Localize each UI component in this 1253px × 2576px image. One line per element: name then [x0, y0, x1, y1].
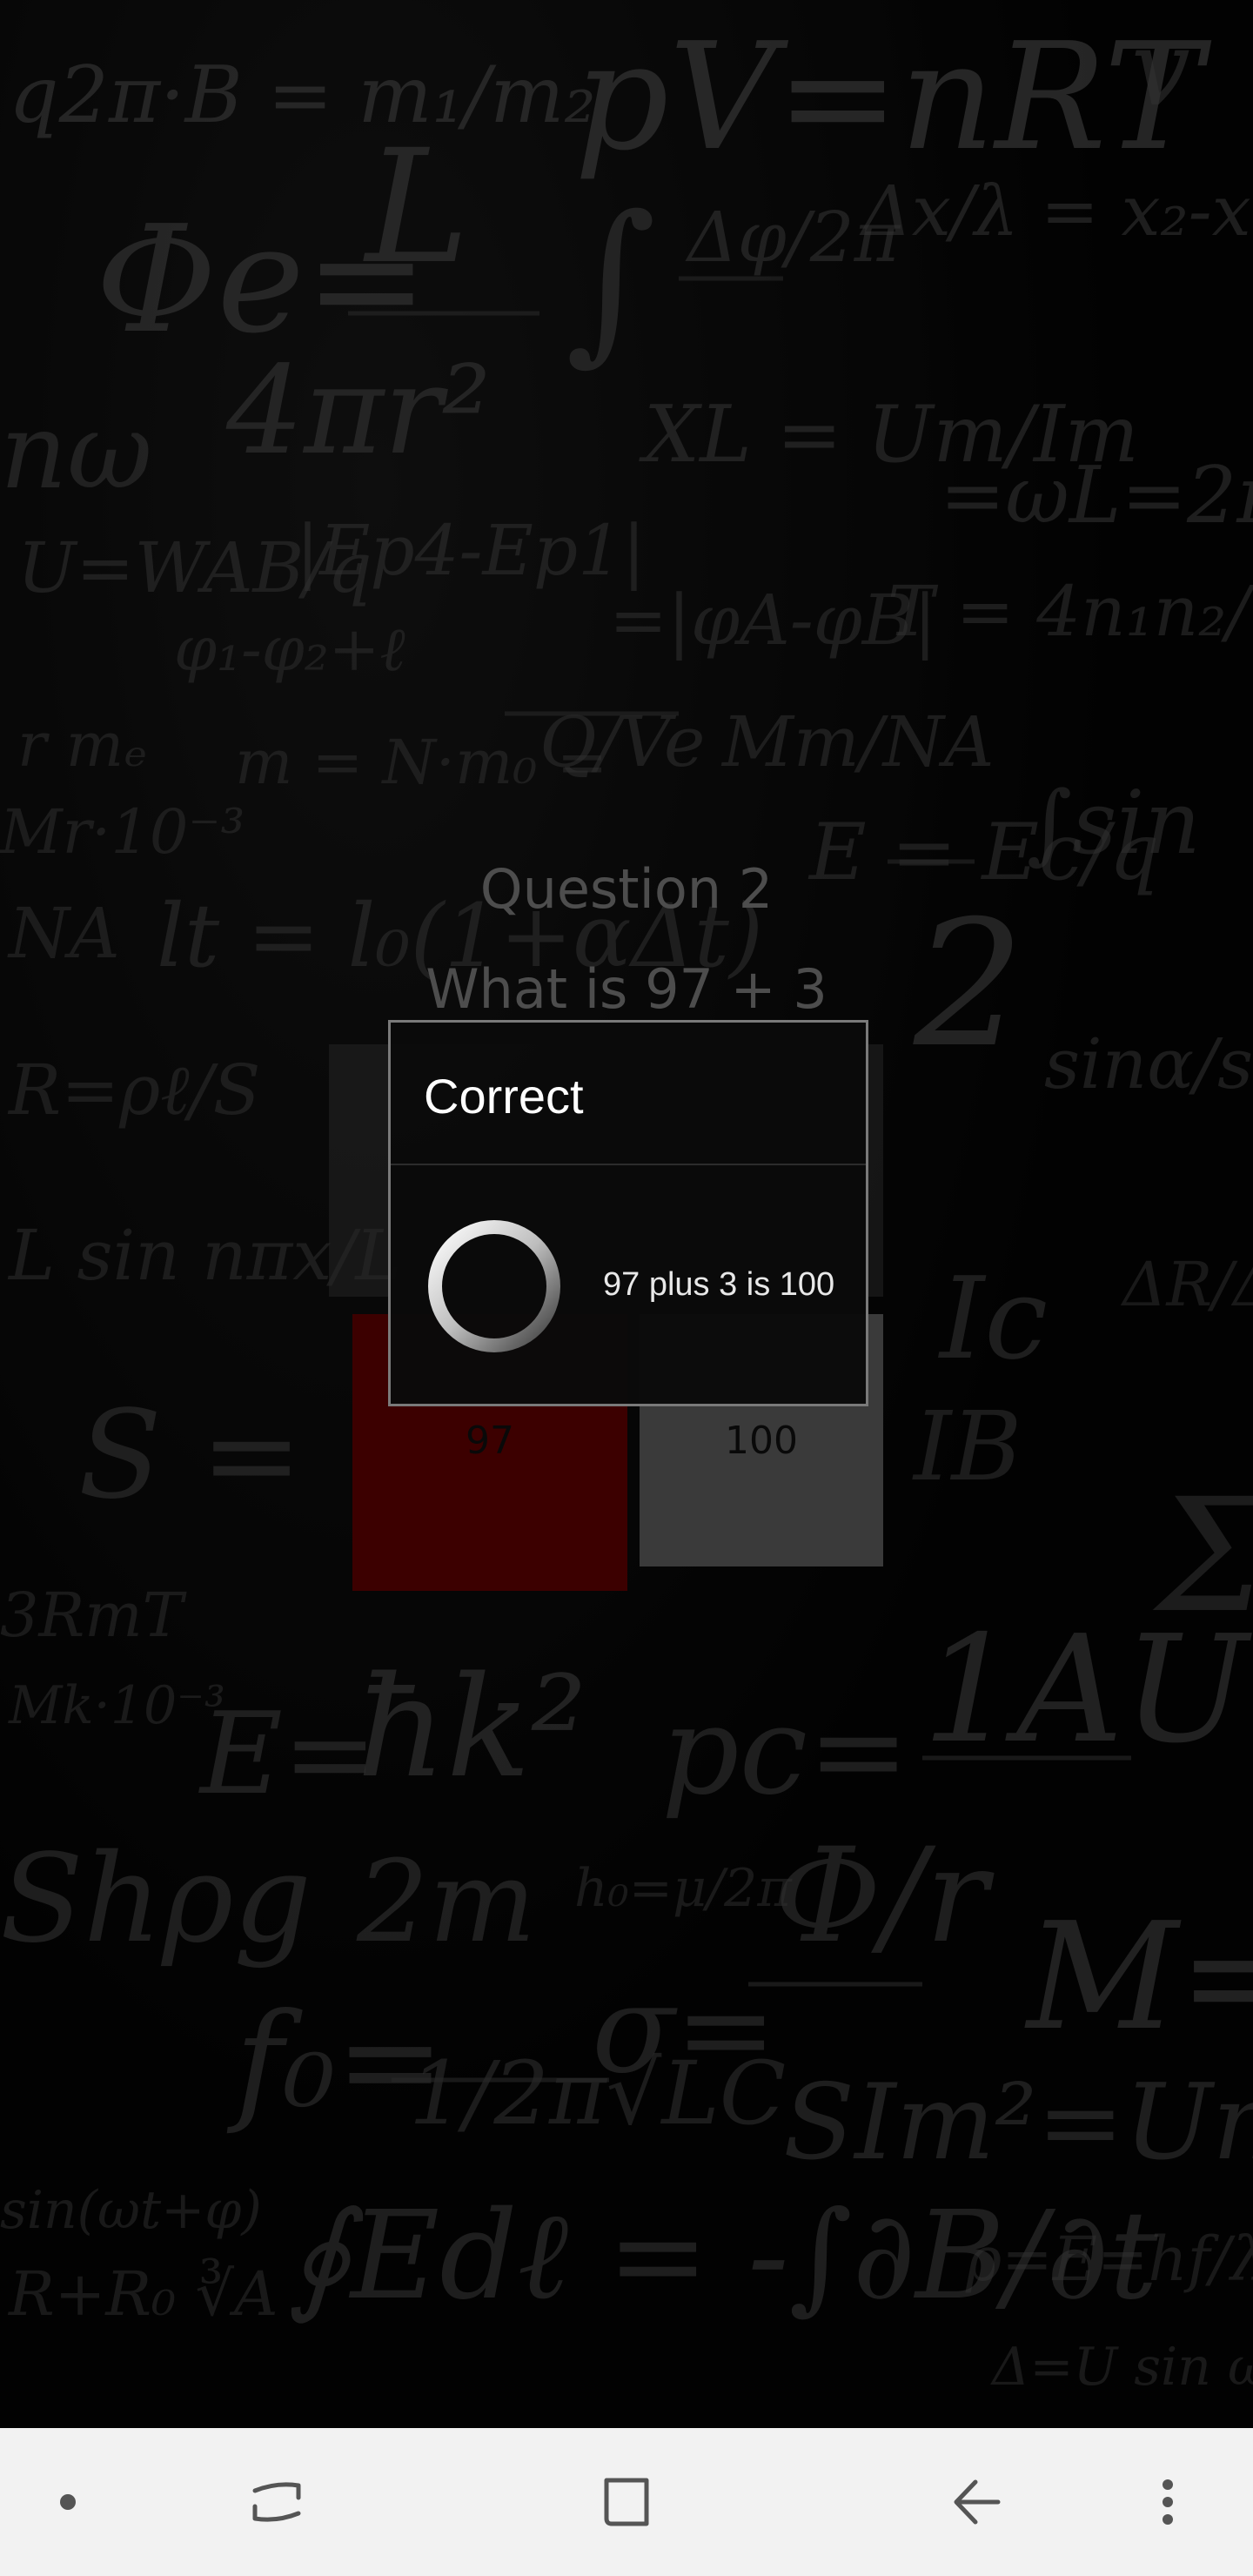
more-vertical-icon[interactable] [1107, 2428, 1229, 2576]
navigation-bar [0, 2428, 1253, 2576]
dialog-message: 97 plus 3 is 100 [603, 1266, 835, 1303]
nav-dot-icon[interactable] [7, 2428, 129, 2576]
loading-spinner-icon [428, 1220, 560, 1352]
back-icon[interactable] [915, 2428, 1037, 2576]
dialog-title: Correct [424, 1069, 584, 1124]
dialog-divider [391, 1164, 866, 1165]
result-dialog: Correct 97 plus 3 is 100 [388, 1020, 868, 1406]
screen: q2π·B = m₁/m₂ pV=nRT v Φe= L ∫ Δφ/2π Δx/… [0, 0, 1253, 2576]
home-icon[interactable] [566, 2428, 687, 2576]
recents-icon[interactable] [216, 2428, 338, 2576]
